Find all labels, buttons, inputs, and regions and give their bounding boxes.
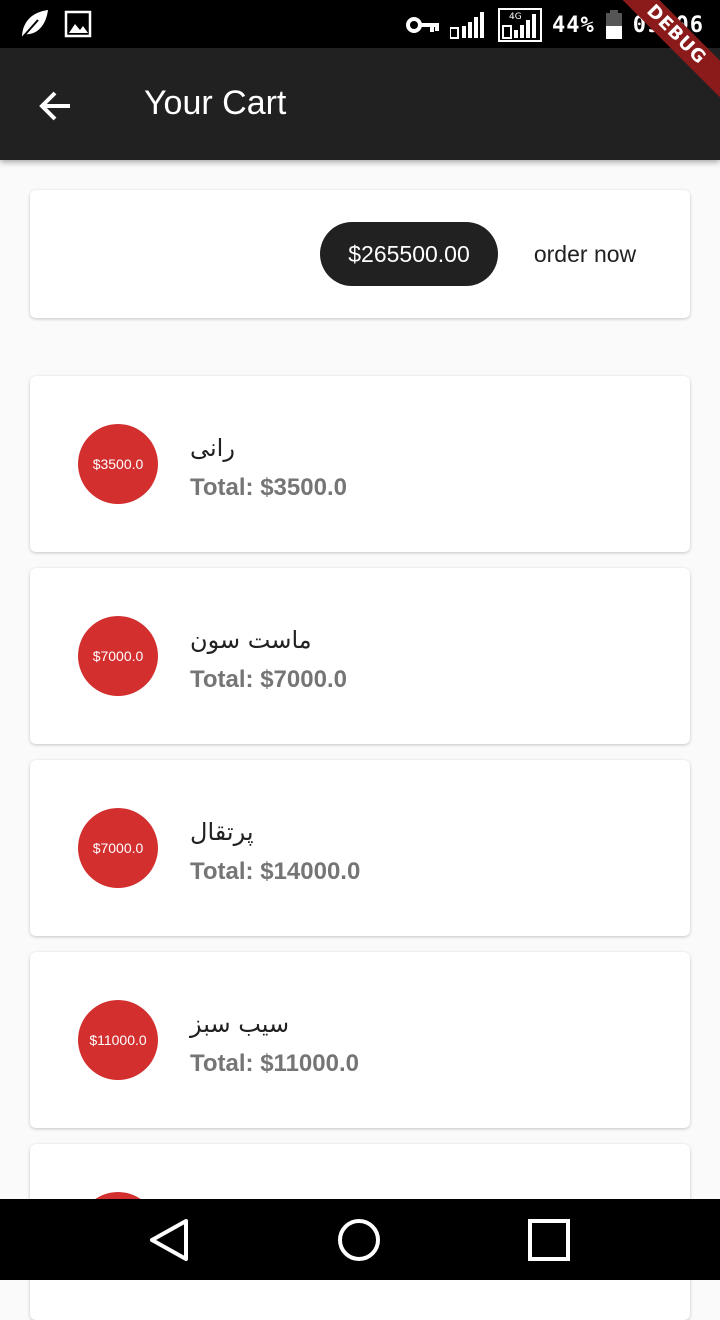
- cart-item[interactable]: $7000.0 ماست سون Total: $7000.0: [30, 568, 690, 744]
- item-title: رانی: [190, 434, 235, 462]
- price-avatar: $11000.0: [78, 1000, 158, 1080]
- arrow-left-icon: [39, 91, 70, 121]
- signal-icon: [450, 12, 485, 39]
- battery-percent: 44%: [552, 12, 595, 38]
- page-title: Your Cart: [144, 84, 287, 122]
- circle-home-icon: [338, 1219, 380, 1261]
- item-total: Total: $7000.0: [190, 666, 347, 693]
- price-avatar: $7000.0: [78, 616, 158, 696]
- cart-summary-card: $265500.00 order now: [30, 190, 690, 318]
- leaf-icon: [21, 10, 48, 39]
- battery-icon: [605, 10, 622, 39]
- navigation-bar: [0, 1199, 720, 1280]
- key-icon: [406, 17, 440, 33]
- item-title: پرتقال: [190, 818, 254, 846]
- item-title: ماست سون: [190, 626, 312, 654]
- status-bar: 4G 44% 09:06: [0, 0, 720, 48]
- recents-nav-button[interactable]: [526, 1217, 572, 1263]
- price-avatar: $3500.0: [78, 424, 158, 504]
- price-avatar: $7000.0: [78, 808, 158, 888]
- back-nav-button[interactable]: [146, 1217, 192, 1263]
- cart-total-chip: $265500.00: [320, 222, 498, 286]
- app-bar: Your Cart: [0, 48, 720, 160]
- cart-item[interactable]: $11000.0 سیب سبز Total: $11000.0: [30, 952, 690, 1128]
- cart-item[interactable]: $7000.0 پرتقال Total: $14000.0: [30, 760, 690, 936]
- home-nav-button[interactable]: [336, 1217, 382, 1263]
- item-total: Total: $11000.0: [190, 1050, 359, 1077]
- square-recents-icon: [528, 1219, 570, 1261]
- item-total: Total: $14000.0: [190, 858, 361, 885]
- image-icon: [64, 10, 92, 38]
- network-type: 4G: [509, 12, 522, 22]
- cart-item[interactable]: $3500.0 رانی Total: $3500.0: [30, 376, 690, 552]
- order-now-button[interactable]: order now: [518, 222, 652, 286]
- back-button[interactable]: [34, 84, 78, 128]
- triangle-back-icon: [150, 1219, 188, 1261]
- status-bar-left: [18, 8, 92, 40]
- network-signal-icon: 4G: [498, 8, 543, 42]
- item-title: سیب سبز: [190, 1010, 290, 1038]
- item-total: Total: $3500.0: [190, 474, 347, 501]
